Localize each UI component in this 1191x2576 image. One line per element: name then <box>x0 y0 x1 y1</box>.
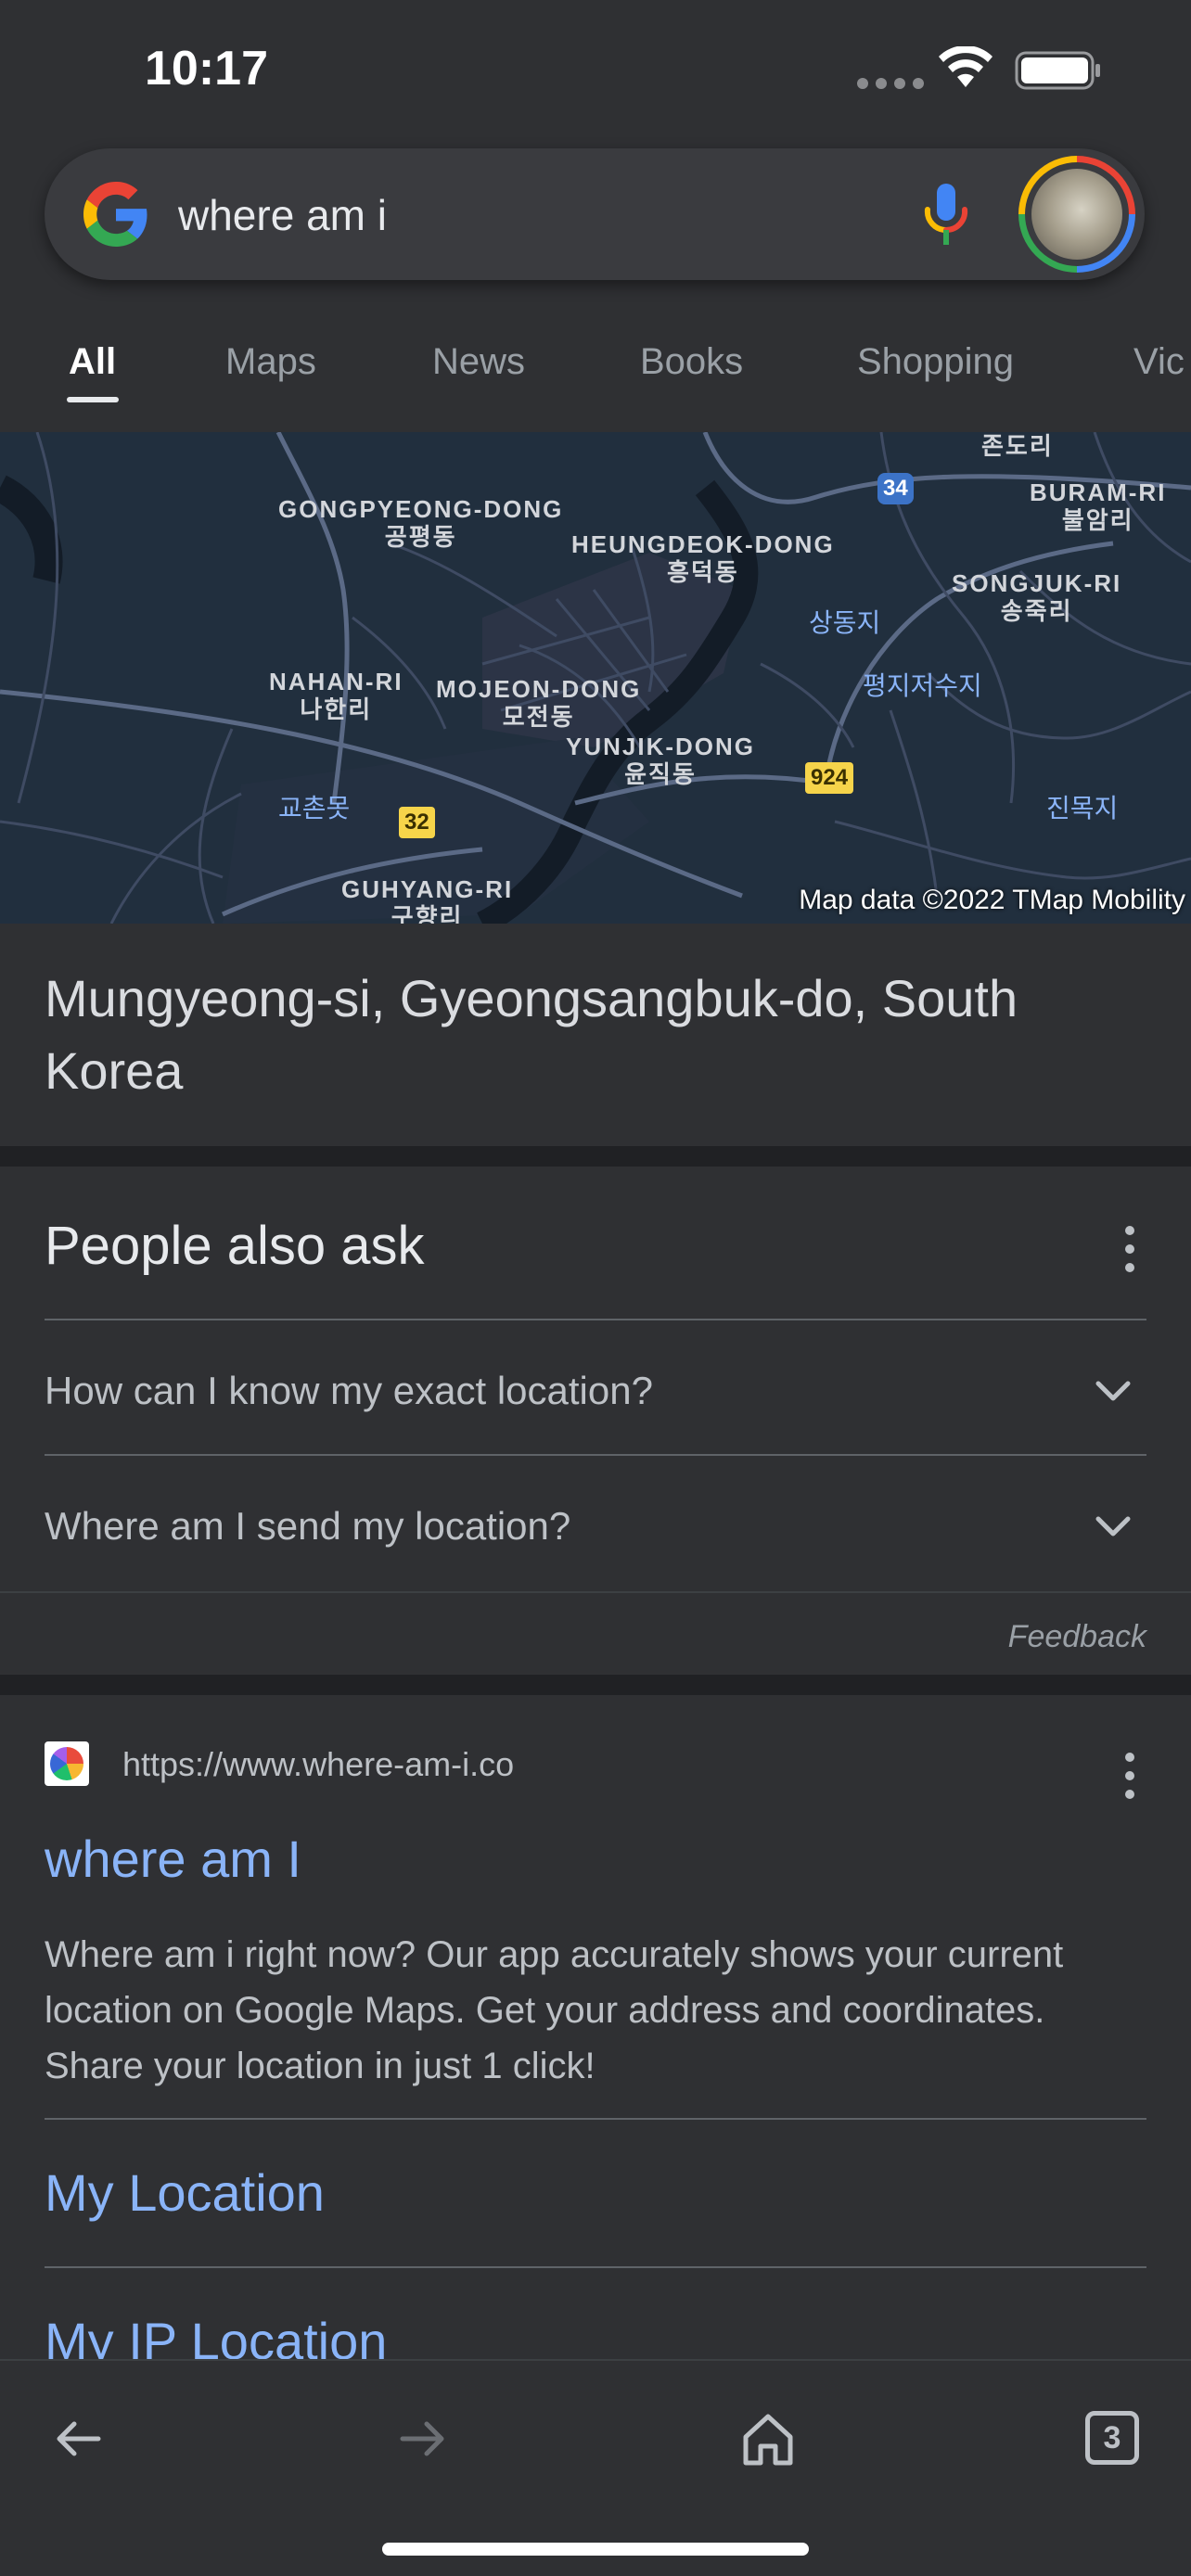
divider <box>45 1319 1146 1320</box>
divider <box>45 1454 1146 1456</box>
browser-toolbar: 3 <box>0 2359 1191 2576</box>
screen: 10:17 where am i All Maps News Books Sho… <box>0 0 1191 2576</box>
search-tabs: All Maps News Books Shopping Vic <box>0 325 1191 432</box>
tab-books[interactable]: Books <box>640 341 743 383</box>
map-label-jondo: 존도리 <box>981 432 1054 460</box>
forward-icon[interactable] <box>390 2405 456 2472</box>
more-options-icon[interactable] <box>1121 1753 1139 1799</box>
cellular-signal-icon <box>857 78 924 89</box>
divider <box>45 2118 1146 2120</box>
map-label-gyochon: 교촌못 <box>278 794 351 823</box>
result-url[interactable]: https://www.where-am-i.co <box>122 1745 514 1784</box>
map-label-heungdeok: HEUNGDEOK-DONG 흥덕동 <box>571 530 835 586</box>
map-label-gongpyeong: GONGPYEONG-DONG 공평동 <box>278 495 564 551</box>
result-snippet: Where am i right now? Our app accurately… <box>45 1934 1064 2086</box>
result-title-link[interactable]: where am I <box>45 1829 301 1889</box>
search-result: https://www.where-am-i.co where am I Whe… <box>0 1695 1191 2370</box>
tab-videos[interactable]: Vic <box>1133 341 1185 383</box>
status-time: 10:17 <box>145 42 268 96</box>
more-options-icon[interactable] <box>1121 1226 1139 1272</box>
home-icon[interactable] <box>735 2405 801 2472</box>
map-label-guhyang: GUHYANG-RI 구향리 <box>341 875 514 924</box>
map-label-nahan: NAHAN-RI 나한리 <box>269 668 403 723</box>
chevron-down-icon[interactable] <box>1095 1380 1132 1404</box>
battery-icon <box>1015 51 1100 90</box>
avatar-photo <box>1031 169 1122 260</box>
tab-shopping[interactable]: Shopping <box>857 341 1014 383</box>
feedback-link[interactable]: Feedback <box>1008 1619 1146 1655</box>
map-attribution: Map data ©2022 TMap Mobility <box>799 885 1185 915</box>
feedback-row: Feedback <box>0 1591 1191 1675</box>
location-text: Mungyeong-si, Gyeongsangbuk-do, South Ko… <box>45 969 1018 1100</box>
route-shield-34: 34 <box>877 473 914 504</box>
wifi-icon <box>939 46 992 87</box>
tab-switcher-button[interactable]: 3 <box>1085 2411 1139 2465</box>
account-avatar[interactable] <box>1018 156 1135 273</box>
status-bar: 10:17 <box>0 0 1191 139</box>
map-label-mojeon: MOJEON-DONG 모전동 <box>436 675 642 731</box>
chevron-down-icon[interactable] <box>1095 1515 1132 1539</box>
map-label-buram: BURAM-RI 불암리 <box>1030 478 1167 534</box>
location-map[interactable]: GONGPYEONG-DONG 공평동 HEUNGDEOK-DONG 흥덕동 존도리… <box>0 432 1191 924</box>
header: 10:17 where am i All Maps News Books Sho… <box>0 0 1191 432</box>
route-shield-924: 924 <box>805 762 854 794</box>
paa-title: People also ask <box>45 1216 425 1276</box>
active-tab-indicator <box>67 397 119 402</box>
paa-question-2[interactable]: Where am I send my location? <box>45 1504 570 1549</box>
divider <box>45 2266 1146 2268</box>
search-input[interactable] <box>178 189 920 241</box>
microphone-icon[interactable] <box>913 178 980 250</box>
search-bar[interactable] <box>45 148 1145 280</box>
paa-question-1[interactable]: How can I know my exact location? <box>45 1369 653 1413</box>
google-logo-icon <box>83 182 147 247</box>
site-favicon-icon <box>45 1741 89 1786</box>
map-label-songjuk: SONGJUK-RI 송죽리 <box>952 569 1122 625</box>
tab-maps[interactable]: Maps <box>225 341 316 383</box>
route-shield-32: 32 <box>399 807 435 838</box>
tab-news[interactable]: News <box>432 341 525 383</box>
home-indicator[interactable] <box>382 2543 809 2556</box>
back-icon[interactable] <box>45 2405 111 2472</box>
map-label-yunjik: YUNJIK-DONG 윤직동 <box>566 733 756 788</box>
map-label-sangdongji: 상동지 <box>809 608 881 637</box>
location-card: Mungyeong-si, Gyeongsangbuk-do, South Ko… <box>0 924 1191 1146</box>
map-label-jinmokji: 진목지 <box>1046 794 1119 823</box>
sitelink-my-location[interactable]: My Location <box>45 2162 325 2223</box>
tab-all[interactable]: All <box>69 341 116 383</box>
map-label-pyeongji: 평지저수지 <box>863 671 982 700</box>
